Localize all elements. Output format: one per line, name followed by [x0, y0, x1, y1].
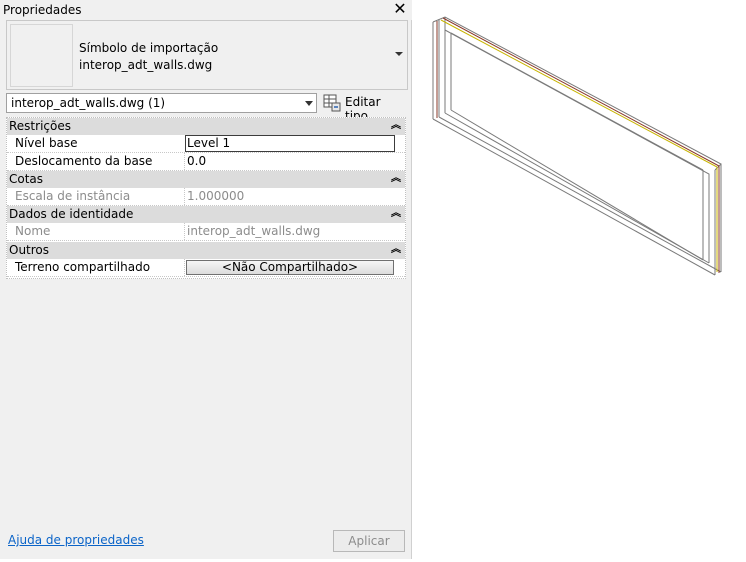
properties-grid: Restrições ︽ Nível base Level 1 Deslocam… — [6, 117, 406, 279]
properties-palette: Propriedades ✕ Símbolo de importação int… — [0, 0, 412, 559]
property-label: Escala de instância — [15, 189, 131, 203]
property-value: Level 1 — [187, 136, 231, 150]
collapse-icon[interactable]: ︽ — [391, 242, 401, 258]
group-title: Outros — [9, 243, 50, 257]
dropdown-arrow-icon[interactable] — [305, 101, 313, 106]
property-label: Terreno compartilhado — [15, 260, 151, 274]
collapse-icon[interactable]: ︽ — [391, 171, 401, 187]
3d-view-canvas[interactable] — [413, 0, 746, 559]
property-label: Deslocamento da base — [15, 154, 153, 168]
column-divider — [184, 223, 185, 240]
property-value[interactable]: 0.0 — [187, 154, 206, 168]
property-label: Nome — [15, 224, 51, 238]
nivel-base-field[interactable]: Level 1 — [185, 135, 395, 152]
instance-filter-dropdown[interactable]: interop_adt_walls.dwg (1) — [6, 93, 317, 113]
properties-help-link[interactable]: Ajuda de propriedades — [8, 533, 144, 547]
group-title: Dados de identidade — [9, 207, 134, 221]
group-restricoes[interactable]: Restrições ︽ — [7, 118, 405, 135]
group-title: Cotas — [9, 172, 44, 186]
apply-button[interactable]: Aplicar — [333, 530, 405, 552]
group-title: Restrições — [9, 119, 71, 133]
instance-filter-value: interop_adt_walls.dwg (1) — [11, 96, 166, 110]
group-cotas[interactable]: Cotas ︽ — [7, 171, 405, 188]
type-family-name: Símbolo de importação — [79, 41, 219, 55]
type-preview-image — [10, 24, 73, 87]
property-row-nivel-base[interactable]: Nível base Level 1 — [7, 135, 405, 153]
close-icon[interactable]: ✕ — [392, 1, 408, 17]
property-row-deslocamento[interactable]: Deslocamento da base 0.0 — [7, 153, 405, 171]
column-divider — [184, 188, 185, 205]
edit-type-icon — [323, 94, 341, 112]
collapse-icon[interactable]: ︽ — [391, 206, 401, 222]
palette-titlebar: Propriedades ✕ — [0, 0, 412, 20]
group-dados-identidade[interactable]: Dados de identidade ︽ — [7, 206, 405, 223]
collapse-icon[interactable]: ︽ — [391, 118, 401, 134]
shared-site-button[interactable]: <Não Compartilhado> — [186, 260, 394, 275]
property-row-terreno[interactable]: Terreno compartilhado <Não Compartilhado… — [7, 259, 405, 277]
chevron-down-icon[interactable] — [395, 52, 403, 56]
palette-title: Propriedades — [3, 3, 82, 17]
property-row-nome: Nome interop_adt_walls.dwg — [7, 223, 405, 241]
column-divider — [184, 259, 185, 276]
type-name: interop_adt_walls.dwg — [79, 58, 213, 72]
wall-drawing — [432, 16, 722, 276]
property-label: Nível base — [15, 136, 78, 150]
group-outros[interactable]: Outros ︽ — [7, 242, 405, 259]
column-divider — [184, 153, 185, 170]
edit-type-button[interactable]: Editar tipo — [323, 93, 405, 123]
property-row-escala: Escala de instância 1.000000 — [7, 188, 405, 206]
property-value: 1.000000 — [187, 189, 245, 203]
property-value: interop_adt_walls.dwg — [187, 224, 321, 238]
type-selector[interactable]: Símbolo de importação interop_adt_walls.… — [6, 20, 408, 90]
